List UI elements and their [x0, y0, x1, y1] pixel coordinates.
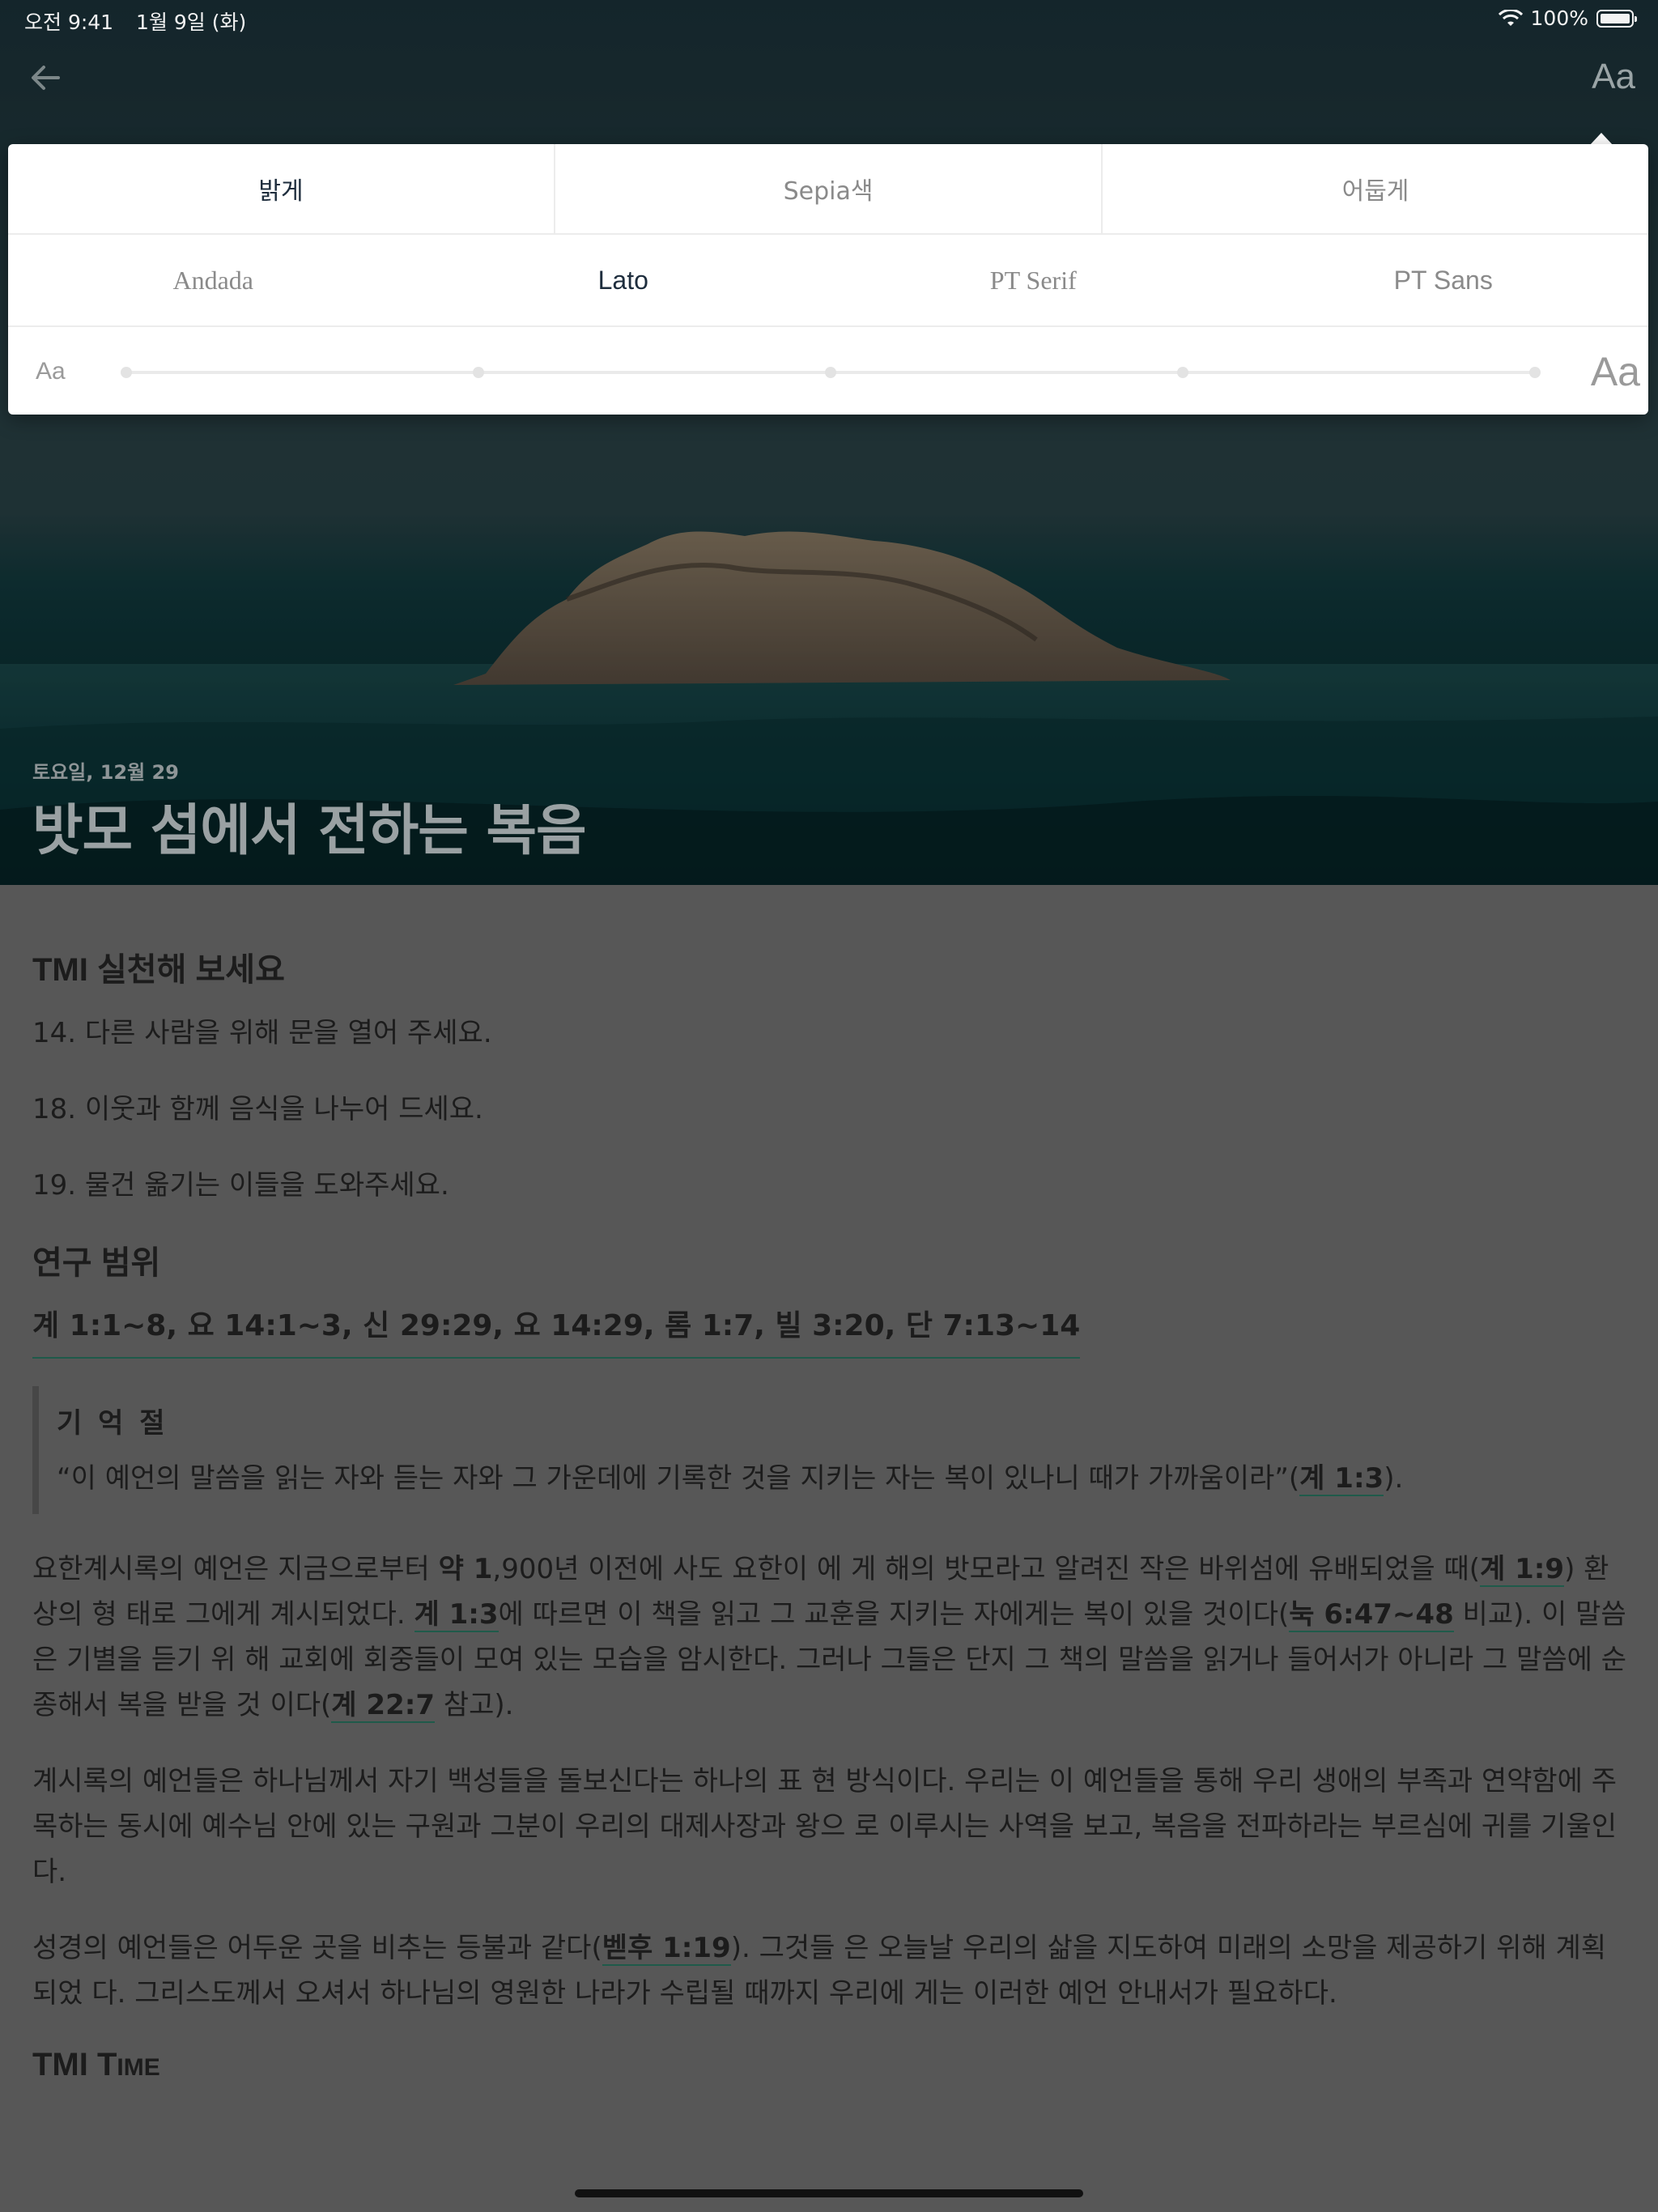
theme-sepia-option[interactable]: Sepia색 — [554, 144, 1101, 233]
heading-part-smallcaps: IME — [117, 2054, 160, 2081]
font-settings-button[interactable]: Aa — [1592, 57, 1635, 97]
practice-item: 19. 물건 옮기는 이들을 도와주세요. — [32, 1169, 449, 1202]
text-run: 성경의 예언들은 어두운 곳을 비추는 등불과 같다( — [32, 1932, 602, 1964]
verse-ref-link[interactable]: 계 1:9 — [1480, 1553, 1565, 1587]
battery-icon — [1596, 9, 1637, 28]
status-bar: 오전 9:41 1월 9일 (화) 100% — [24, 6, 1637, 36]
popover-arrow — [1590, 133, 1613, 145]
heading-part: TMI T — [32, 2047, 117, 2082]
wifi-icon — [1498, 9, 1523, 26]
font-size-step[interactable] — [1177, 367, 1188, 378]
font-size-large-label: Aa — [1590, 349, 1640, 394]
text-run: 요한계시록의 예언은 지금으로부터 — [32, 1553, 439, 1585]
memory-verse-end: ). — [1384, 1462, 1404, 1495]
theme-dark-option[interactable]: 어둡게 — [1101, 144, 1648, 233]
hero-image: 오전 9:41 1월 9일 (화) 100% Aa 토요일, 12월 29 밧모… — [0, 0, 1658, 885]
font-size-step[interactable] — [825, 367, 836, 378]
theme-light-option[interactable]: 밝게 — [8, 144, 554, 233]
font-size-step[interactable] — [121, 367, 132, 378]
dim-overlay — [0, 0, 1658, 885]
memory-verse-text: “이 예언의 말씀을 읽는 자와 듣는 자와 그 가운데에 기록한 것을 지키는… — [57, 1456, 1627, 1501]
study-heading: 연구 범위 — [32, 1245, 161, 1281]
memory-verse-block: 기 억 절 “이 예언의 말씀을 읽는 자와 듣는 자와 그 가운데에 기록한 … — [32, 1386, 1627, 1514]
text-run-bold: 약 1 — [438, 1553, 493, 1585]
text-run: ,900년 이전에 사도 요한이 에 게 해의 밧모라고 알려진 작은 바위섬에… — [492, 1553, 1481, 1585]
home-indicator — [575, 2189, 1083, 2197]
lesson-article: TMI 실천해 보세요 14. 다른 사람을 위해 문을 열어 주세요. 18.… — [32, 931, 1627, 2091]
theme-selector: 밝게 Sepia색 어둡게 — [8, 144, 1648, 235]
font-size-small-label: Aa — [36, 358, 66, 385]
verse-ref-link[interactable]: 계 22:7 — [331, 1689, 435, 1723]
font-pt-sans-option[interactable]: PT Sans — [1239, 235, 1649, 325]
font-lato-option[interactable]: Lato — [419, 235, 829, 325]
font-size-row: Aa Aa — [8, 327, 1648, 415]
verse-ref-link[interactable]: 계 1:3 — [414, 1598, 499, 1632]
memory-verse-heading: 기 억 절 — [57, 1407, 168, 1440]
study-range-link[interactable]: 계 1:1~8, 요 14:1~3, 신 29:29, 요 14:29, 롬 1… — [32, 1304, 1081, 1359]
text-run: 에 따르면 이 책을 읽고 그 교훈을 지키는 자에게는 복이 있을 것이다( — [498, 1598, 1290, 1631]
battery-percent: 100% — [1530, 6, 1588, 30]
practice-item: 18. 이웃과 함께 음식을 나누어 드세요. — [32, 1093, 483, 1125]
text-run: 참고). — [434, 1689, 514, 1721]
verse-ref-link[interactable]: 눅 6:47~48 — [1289, 1598, 1454, 1632]
practice-heading: TMI 실천해 보세요 — [32, 952, 285, 988]
body-paragraph-2: 계시록의 예언들은 하나님께서 자기 백성들을 돌보신다는 하나의 표 현 방식… — [32, 1765, 1618, 1888]
back-arrow-icon[interactable] — [26, 58, 65, 97]
tmi-time-heading: TMI TIME — [32, 2042, 1627, 2091]
font-size-step[interactable] — [473, 367, 484, 378]
font-pt-serif-option[interactable]: PT Serif — [828, 235, 1239, 325]
reader-settings-popover: 밝게 Sepia색 어둡게 Andada Lato PT Serif PT Sa… — [8, 144, 1648, 415]
verse-ref-link[interactable]: 계 1:3 — [1299, 1462, 1384, 1496]
body-paragraph-3: 성경의 예언들은 어두운 곳을 비추는 등불과 같다(벧후 1:19). 그것들… — [32, 1925, 1627, 2016]
lesson-date: 토요일, 12월 29 — [32, 761, 179, 784]
lesson-title: 밧모 섬에서 전하는 복음 — [32, 799, 587, 863]
verse-ref-link[interactable]: 벧후 1:19 — [602, 1932, 731, 1966]
font-selector: Andada Lato PT Serif PT Sans — [8, 235, 1648, 327]
status-time: 오전 9:41 — [24, 11, 114, 34]
practice-item: 14. 다른 사람을 위해 문을 열어 주세요. — [32, 1017, 492, 1049]
font-size-slider[interactable] — [121, 367, 1541, 378]
body-paragraph-1: 요한계시록의 예언은 지금으로부터 약 1,900년 이전에 사도 요한이 에 … — [32, 1546, 1627, 1728]
status-date: 1월 9일 (화) — [136, 11, 247, 34]
memory-verse-body: “이 예언의 말씀을 읽는 자와 듣는 자와 그 가운데에 기록한 것을 지키는… — [57, 1462, 1300, 1495]
font-size-step[interactable] — [1529, 367, 1541, 378]
font-andada-option[interactable]: Andada — [8, 235, 419, 325]
